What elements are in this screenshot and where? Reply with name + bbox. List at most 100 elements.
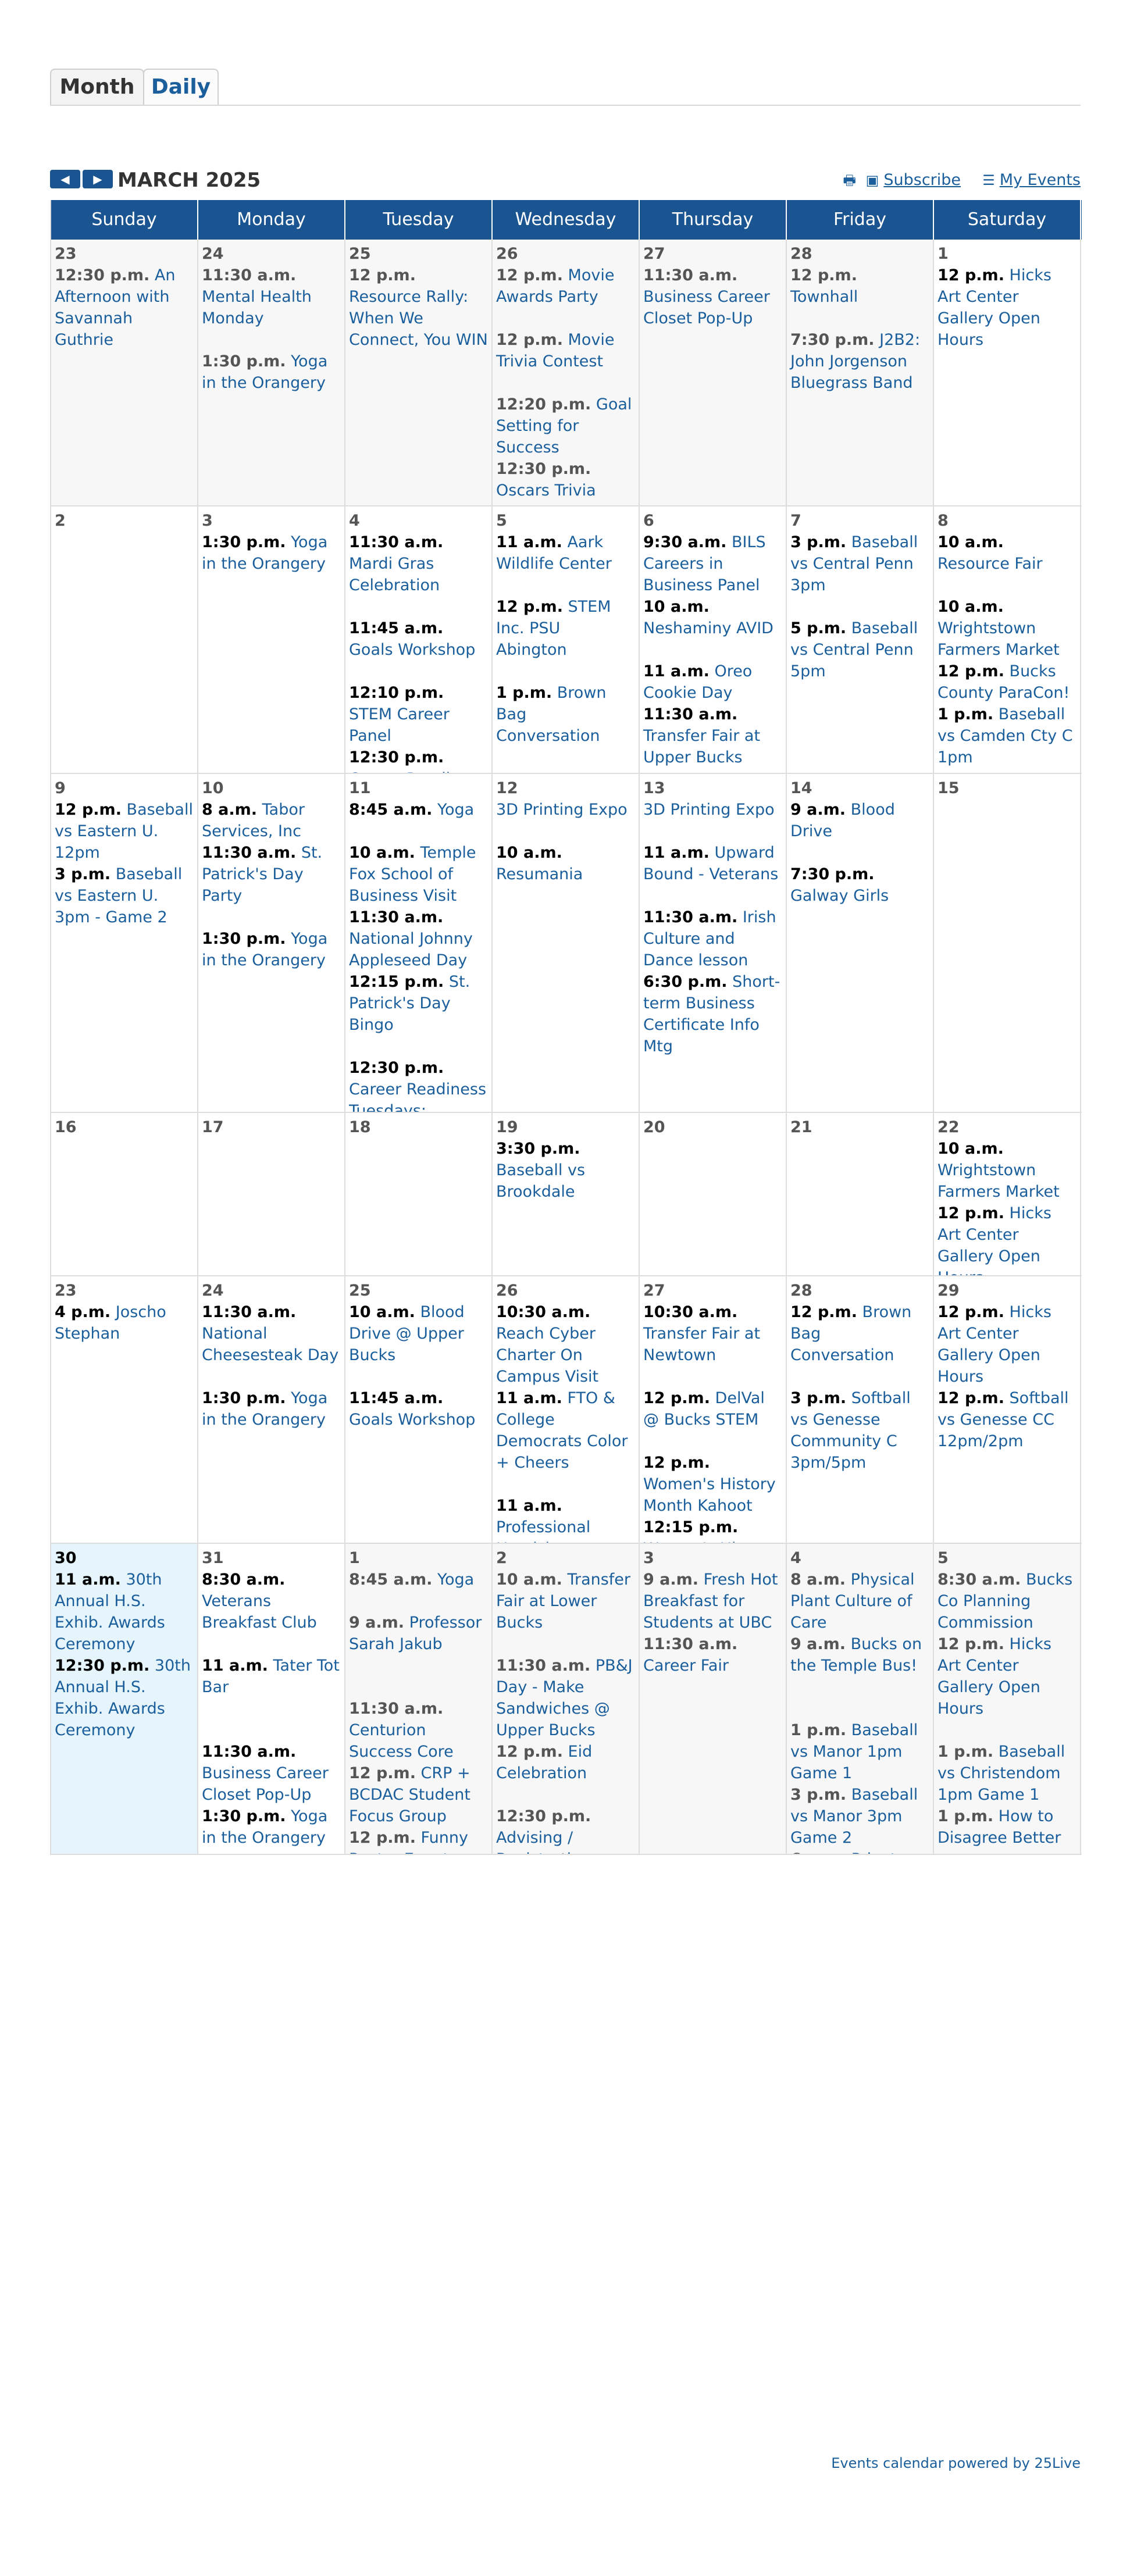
day-number[interactable]: 11 [349,777,488,799]
event-item[interactable]: 10 a.m. Wrightstown Farmers Market [937,596,1076,661]
event-title-link[interactable]: Career Fair [643,1657,729,1675]
event-item[interactable]: 12:30 p.m. Oscars Trivia Party [496,458,635,505]
day-cell[interactable]: 3 1:30 p.m. Yoga in the Orangery [198,506,345,773]
event-title-link[interactable]: 3D Printing Expo [496,801,628,819]
event-item[interactable]: 12:30 p.m. Career Readiness Tuesdays: Li… [349,747,488,773]
day-number[interactable]: 27 [643,243,782,265]
event-item[interactable]: 12:10 p.m. STEM Career Panel [349,682,488,747]
event-title-link[interactable]: Townhall [790,288,858,306]
event-item[interactable]: 1 p.m. Baseball vs Manor 1pm Game 1 [790,1719,929,1784]
event-item[interactable]: 10 a.m. Wrightstown Farmers Market [937,1138,1076,1203]
day-cell[interactable]: 24 11:30 a.m. Mental Health Monday 1:30 p.… [198,240,345,505]
event-item[interactable]: 3 p.m. Softball vs Genesse Community C 3… [790,1387,929,1473]
day-cell[interactable]: 1 12 p.m. Hicks Art Center Gallery Open H… [934,240,1081,505]
event-item[interactable]: 8:30 a.m. Bucks Co Planning Commission [937,1569,1076,1633]
event-item[interactable]: 11:30 a.m. PB&J Day - Make Sandwiches @ … [496,1655,635,1741]
day-number[interactable]: 27 [643,1280,782,1301]
day-number[interactable]: 12 [496,777,635,799]
event-title-link[interactable]: Yoga [437,1571,474,1589]
event-item[interactable]: 10 a.m. Temple Fox School of Business Vi… [349,842,488,907]
day-number[interactable]: 24 [202,1280,341,1301]
event-item[interactable]: 1:30 p.m. Yoga in the Orangery [202,1806,341,1849]
day-number[interactable]: 26 [496,243,635,265]
day-number[interactable]: 2 [55,510,194,531]
event-item[interactable]: 11 a.m. Professional Headshots [496,1495,635,1543]
event-item[interactable]: 12:15 p.m. Women's History Month Kahoot [643,1517,782,1543]
event-title-link[interactable]: Centurion Success Core [349,1721,454,1761]
day-cell[interactable]: 13 3D Printing Expo 11 a.m. Upward Bound -… [640,774,787,1112]
day-cell[interactable]: 22 10 a.m. Wrightstown Farmers Market 12 p… [934,1113,1081,1275]
day-number[interactable]: 1 [937,243,1076,265]
event-item[interactable]: 12 p.m. Townhall [790,265,929,308]
day-number[interactable]: 31 [202,1547,341,1569]
event-title-link[interactable]: Yoga [437,801,474,819]
event-item[interactable]: 6 p.m. Private Universe Art Reception [790,1849,929,1854]
day-number[interactable]: 26 [496,1280,635,1301]
event-item[interactable]: 3 p.m. Baseball vs Eastern U. 3pm - Game… [55,864,194,928]
my-events-link[interactable]: My Events [1000,171,1081,190]
day-number[interactable]: 4 [349,510,488,531]
event-item[interactable]: 12 p.m. Bucks County ParaCon! [937,661,1076,704]
day-cell[interactable]: 28 12 p.m. Townhall 7:30 p.m. J2B2: John J… [787,240,934,505]
event-title-link[interactable]: Galway Girls [790,887,889,905]
event-title-link[interactable]: Resource Rally: When We Connect, You WIN [349,288,488,349]
event-item[interactable]: 3:30 p.m. Baseball vs Brookdale [496,1138,635,1203]
event-item[interactable]: 12:30 p.m. 30th Annual H.S. Exhib. Award… [55,1655,194,1741]
event-item[interactable]: 8:45 a.m. Yoga [349,1569,488,1590]
event-title-link[interactable]: Veterans Breakfast Club [202,1592,317,1632]
event-item[interactable]: 1 p.m. Baseball vs Camden Cty C 1pm [937,704,1076,768]
event-title-link[interactable]: 3D Printing Expo [643,801,775,819]
event-item[interactable]: 11:30 a.m. National Cheesesteak Day [202,1301,341,1366]
event-item[interactable]: 11:45 a.m. Goals Workshop [349,618,488,661]
event-item[interactable]: 1 p.m. How to Disagree Better [937,1806,1076,1849]
prev-month-button[interactable]: ◀ [50,170,80,188]
event-item[interactable]: 3 p.m. Baseball vs Central Penn 3pm [790,531,929,596]
event-item[interactable]: 12 p.m. Movie Trivia Contest [496,329,635,372]
event-title-link[interactable]: Advising / Registration Student Sessions [496,1829,631,1854]
event-item[interactable]: 1 p.m. Brown Bag Conversation [496,682,635,747]
day-cell[interactable]: 20 [640,1113,787,1275]
day-number[interactable]: 24 [202,243,341,265]
event-item[interactable]: 3D Printing Expo [643,799,782,820]
event-item[interactable]: 8 a.m. Physical Plant Culture of Care [790,1569,929,1633]
event-item[interactable]: 4 p.m. Joscho Stephan [55,1301,194,1344]
day-number[interactable]: 5 [937,1547,1076,1569]
day-cell[interactable]: 19 3:30 p.m. Baseball vs Brookdale [493,1113,640,1275]
event-item[interactable]: 12 p.m. Resource Rally: When We Connect,… [349,265,488,351]
day-number[interactable]: 23 [55,243,194,265]
day-number[interactable]: 3 [643,1547,782,1569]
event-item[interactable]: 7:30 p.m. J2B2: John Jorgenson Bluegrass… [790,329,929,394]
event-item[interactable]: 10 a.m. Resource Fair [937,531,1076,575]
event-item[interactable]: 12 p.m. Baseball vs Eastern U. 12pm [55,799,194,864]
event-title-link[interactable]: Transfer Fair at Newtown [643,1325,760,1364]
event-item[interactable]: 12 p.m. Hicks Art Center Gallery Open Ho… [937,1633,1076,1719]
event-title-link[interactable]: STEM Career Panel [349,705,450,745]
day-number[interactable]: 7 [790,510,929,531]
subscribe-link[interactable]: Subscribe [883,171,961,190]
event-title-link[interactable]: Mardi Gras Celebration [349,555,440,594]
event-item[interactable]: 7:30 p.m. Galway Girls [790,864,929,907]
day-number[interactable]: 22 [937,1116,1076,1138]
tab-daily[interactable]: Daily [143,69,219,105]
event-item[interactable]: 11:30 a.m. St. Patrick's Day Party [202,842,341,907]
event-item[interactable]: 12 p.m. Movie Awards Party [496,265,635,308]
day-number[interactable]: 16 [55,1116,194,1138]
day-cell[interactable]: 12 3D Printing Expo 10 a.m. Resumania [493,774,640,1112]
event-item[interactable]: 11 a.m. 30th Annual H.S. Exhib. Awards C… [55,1569,194,1655]
tab-month[interactable]: Month [50,69,144,105]
powered-by-link[interactable]: Events calendar powered by 25Live [831,2454,1081,2472]
day-cell[interactable]: 25 12 p.m. Resource Rally: When We Connec… [345,240,493,505]
event-item[interactable]: 11:30 a.m. Irish Culture and Dance lesso… [643,907,782,971]
event-title-link[interactable]: Career Readiness Tuesdays: LinkedIn [349,770,486,773]
day-number[interactable]: 21 [790,1116,929,1138]
event-item[interactable]: 1:30 p.m. Yoga in the Orangery [202,1387,341,1430]
event-item[interactable]: 8 a.m. Tabor Services, Inc [202,799,341,842]
event-item[interactable]: 11 a.m. Tater Tot Bar [202,1655,341,1698]
day-number[interactable]: 28 [790,243,929,265]
day-number[interactable]: 10 [202,777,341,799]
event-item[interactable]: 10 a.m. Blood Drive @ Upper Bucks [349,1301,488,1366]
event-item[interactable]: 11 a.m. Aark Wildlife Center [496,531,635,575]
day-cell[interactable]: 73 p.m. Baseball vs Central Penn 3pm 5 p.… [787,506,934,773]
day-cell[interactable]: 5 11 a.m. Aark Wildlife Center 12 p.m. STE… [493,506,640,773]
event-item[interactable]: 1:30 p.m. Yoga in the Orangery [202,351,341,394]
